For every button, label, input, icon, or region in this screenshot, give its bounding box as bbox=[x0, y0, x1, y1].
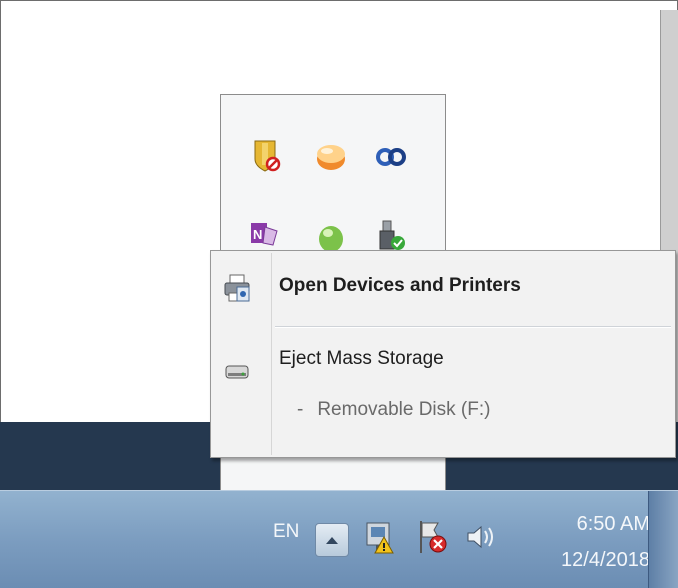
usb-drive-check-icon[interactable] bbox=[373, 217, 409, 253]
context-menu: Open Devices and Printers Eject Mass Sto… bbox=[210, 250, 676, 458]
open-devices-printers-label: Open Devices and Printers bbox=[279, 275, 521, 296]
orange-disc-icon[interactable] bbox=[313, 139, 349, 175]
clock[interactable]: 6:50 AM 12/4/2018 bbox=[540, 509, 650, 575]
svg-text:N: N bbox=[253, 227, 262, 242]
clock-date: 12/4/2018 bbox=[561, 549, 650, 571]
show-hidden-icons-button[interactable] bbox=[315, 523, 349, 557]
volume-icon[interactable] bbox=[462, 517, 498, 557]
printer-icon bbox=[224, 274, 250, 302]
onenote-icon[interactable]: N bbox=[247, 217, 283, 253]
removable-disk-item[interactable]: - Removable Disk (F:) bbox=[275, 399, 490, 421]
sub-dash: - bbox=[297, 399, 304, 420]
shield-security-icon[interactable] bbox=[247, 137, 283, 173]
clock-time: 6:50 AM bbox=[576, 513, 650, 535]
action-center-error-icon[interactable] bbox=[414, 517, 450, 557]
removable-disk-label: Removable Disk (F:) bbox=[317, 399, 491, 420]
taskbar: EN 6:50 AM 12/4/2018 bbox=[0, 490, 678, 588]
language-indicator[interactable]: EN bbox=[273, 521, 301, 543]
show-desktop-button[interactable] bbox=[648, 491, 678, 588]
eject-mass-storage-item[interactable]: Eject Mass Storage bbox=[213, 339, 673, 401]
open-devices-printers-item[interactable]: Open Devices and Printers bbox=[213, 255, 673, 317]
drive-icon bbox=[225, 365, 249, 379]
chevron-up-icon bbox=[326, 537, 338, 544]
menu-separator bbox=[275, 326, 671, 328]
network-warning-icon[interactable] bbox=[362, 517, 398, 557]
infinity-link-icon[interactable] bbox=[373, 139, 409, 175]
eject-mass-storage-label: Eject Mass Storage bbox=[279, 348, 444, 369]
